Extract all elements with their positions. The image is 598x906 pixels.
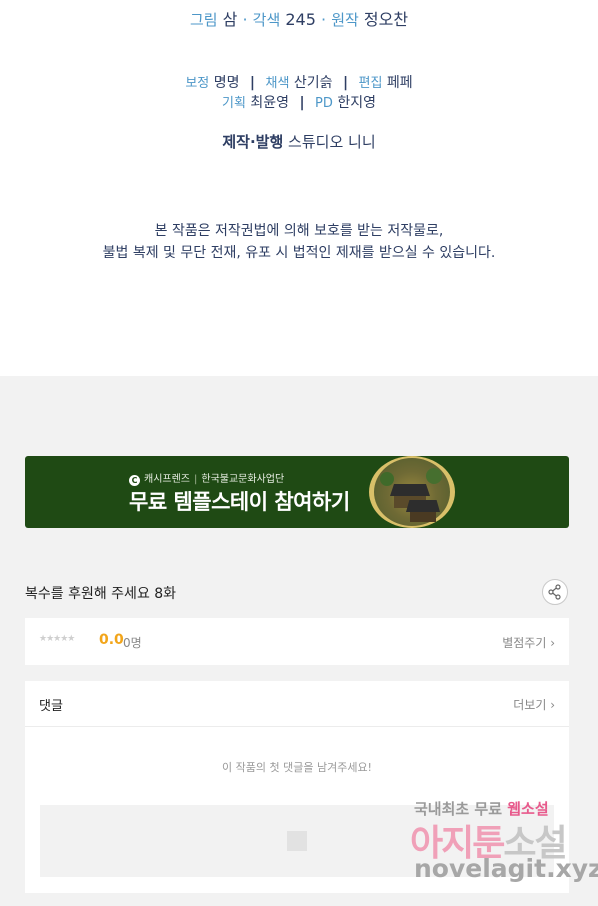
comment-header: 댓글 더보기 › — [25, 681, 569, 727]
share-button[interactable] — [542, 579, 568, 605]
copyright-line-1: 본 작품은 저작권법에 의해 보호를 받는 저작물로, — [154, 223, 444, 239]
credits-section: 그림 삼 · 각색 245 · 원작 정오찬 보정 명명 | 채색 산기슭 | … — [0, 0, 598, 376]
comment-label: 댓글 — [39, 699, 63, 714]
rating-stars: ★★★★★ — [39, 634, 75, 644]
banner-title: 무료 템플스테이 참여하기 — [129, 490, 350, 514]
copyright-line-2: 불법 복제 및 무단 전재, 유포 시 법적인 제재를 받으실 수 있습니다. — [102, 245, 496, 261]
empty-comment-message: 이 작품의 첫 댓글을 남겨주세요! — [222, 761, 372, 774]
credit-line-3: 기획 최윤영 | PD 한지영 — [222, 95, 376, 111]
episode-title: 복수를 후원해 주세요 8화 — [25, 586, 177, 602]
share-icon — [548, 584, 561, 600]
banner-sponsor-line: C 캐시프렌즈 | 한국불교문화사업단 — [129, 470, 284, 486]
rate-button[interactable]: 별점주기 › — [502, 634, 555, 651]
credit-production: 제작·발행 스튜디오 니니 — [222, 133, 376, 151]
rating-box: ★★★★★ 0.0 0명 별점주기 › — [25, 618, 569, 665]
rating-score: 0.0 — [99, 632, 124, 648]
comment-more-button[interactable]: 더보기 › — [513, 696, 555, 713]
rating-count: 0명 — [123, 636, 142, 650]
temple-illustration-icon — [369, 456, 455, 528]
templestay-banner[interactable]: C 캐시프렌즈 | 한국불교문화사업단 무료 템플스테이 참여하기 — [25, 456, 569, 528]
site-watermark: 국내최초 무료 웹소설 아지툰소설 novelagit.xyz — [410, 798, 598, 893]
credit-line-1: 그림 삼 · 각색 245 · 원작 정오찬 — [189, 10, 409, 29]
credit-line-2: 보정 명명 | 채색 산기슭 | 편집 페페 — [185, 75, 413, 91]
watermark-url: novelagit.xyz — [414, 854, 598, 883]
cashfriends-logo-icon: C — [129, 475, 140, 486]
write-comment-icon — [287, 831, 307, 851]
